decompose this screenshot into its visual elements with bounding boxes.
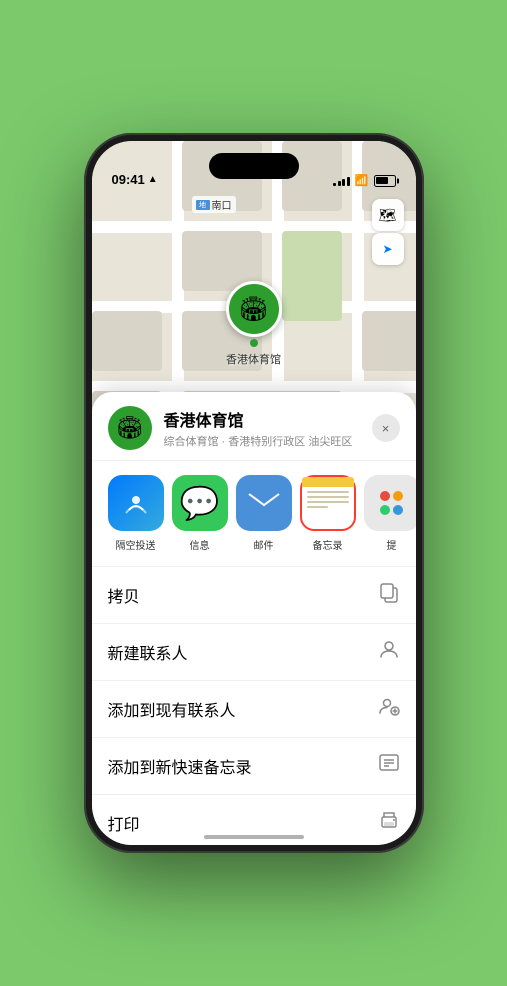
notes-label: 备忘录 [313, 537, 343, 552]
map-block-5 [92, 311, 162, 371]
add-contact-label: 添加到现有联系人 [108, 697, 236, 721]
map-type-button[interactable]: 🗺 [372, 199, 404, 231]
share-item-more[interactable]: 提 [364, 475, 416, 552]
battery-icon [374, 175, 396, 187]
location-arrow-icon: ▲ [148, 174, 158, 185]
home-indicator [204, 835, 304, 839]
venue-subtitle: 综合体育馆 · 香港特别行政区 油尖旺区 [164, 433, 360, 449]
action-row-add-contact[interactable]: 添加到现有联系人 [92, 681, 416, 738]
action-row-copy[interactable]: 拷贝 [92, 567, 416, 624]
mail-icon [236, 475, 292, 531]
pin-dot [250, 339, 258, 347]
more-icon [364, 475, 416, 531]
airdrop-icon [108, 475, 164, 531]
battery-fill [376, 177, 388, 184]
close-button[interactable]: × [372, 414, 400, 442]
time-label: 09:41 [112, 172, 145, 187]
new-contact-icon [378, 638, 400, 666]
location-pin[interactable]: 🏟 香港体育馆 [226, 281, 282, 367]
map-label-nankou: 地 南口 [192, 196, 236, 213]
venue-name: 香港体育馆 [164, 407, 360, 431]
print-icon [378, 809, 400, 837]
share-item-message[interactable]: 💬 信息 [172, 475, 228, 552]
mail-label: 邮件 [254, 537, 274, 552]
bottom-sheet: 🏟 香港体育馆 综合体育馆 · 香港特别行政区 油尖旺区 × [92, 392, 416, 845]
share-item-airdrop[interactable]: 隔空投送 [108, 475, 164, 552]
pin-label: 香港体育馆 [226, 351, 281, 367]
airdrop-label: 隔空投送 [116, 537, 156, 552]
print-label: 打印 [108, 811, 140, 835]
notes-icon [300, 475, 356, 531]
location-button[interactable]: ➤ [372, 233, 404, 265]
map-block-2 [282, 231, 342, 321]
share-item-notes[interactable]: 备忘录 [300, 475, 356, 552]
map-label-icon: 地 [196, 200, 210, 210]
copy-label: 拷贝 [108, 583, 140, 607]
pin-bubble: 🏟 [226, 281, 282, 337]
phone-frame: 09:41 ▲ 📶 [84, 133, 424, 853]
sheet-header: 🏟 香港体育馆 综合体育馆 · 香港特别行政区 油尖旺区 × [92, 392, 416, 461]
phone-screen: 09:41 ▲ 📶 [92, 141, 416, 845]
action-row-new-contact[interactable]: 新建联系人 [92, 624, 416, 681]
status-time: 09:41 ▲ [112, 172, 158, 187]
map-label-text: 南口 [212, 197, 232, 212]
add-contact-icon [378, 695, 400, 723]
message-icon: 💬 [172, 475, 228, 531]
signal-icon [333, 175, 350, 186]
status-right: 📶 [333, 174, 395, 187]
copy-icon [378, 581, 400, 609]
more-label: 提 [387, 537, 397, 552]
map-block-7 [362, 311, 416, 371]
share-item-mail[interactable]: 邮件 [236, 475, 292, 552]
venue-icon: 🏟 [108, 406, 152, 450]
wifi-icon: 📶 [355, 174, 369, 187]
quick-notes-label: 添加到新快速备忘录 [108, 754, 252, 778]
new-contact-label: 新建联系人 [108, 640, 188, 664]
dynamic-island [209, 153, 299, 179]
action-row-quick-notes[interactable]: 添加到新快速备忘录 [92, 738, 416, 795]
map-controls: 🗺 ➤ [372, 199, 404, 265]
message-label: 信息 [190, 537, 210, 552]
quick-notes-icon [378, 752, 400, 780]
venue-info: 香港体育馆 综合体育馆 · 香港特别行政区 油尖旺区 [164, 407, 360, 449]
share-row: 隔空投送 💬 信息 邮 [92, 461, 416, 567]
